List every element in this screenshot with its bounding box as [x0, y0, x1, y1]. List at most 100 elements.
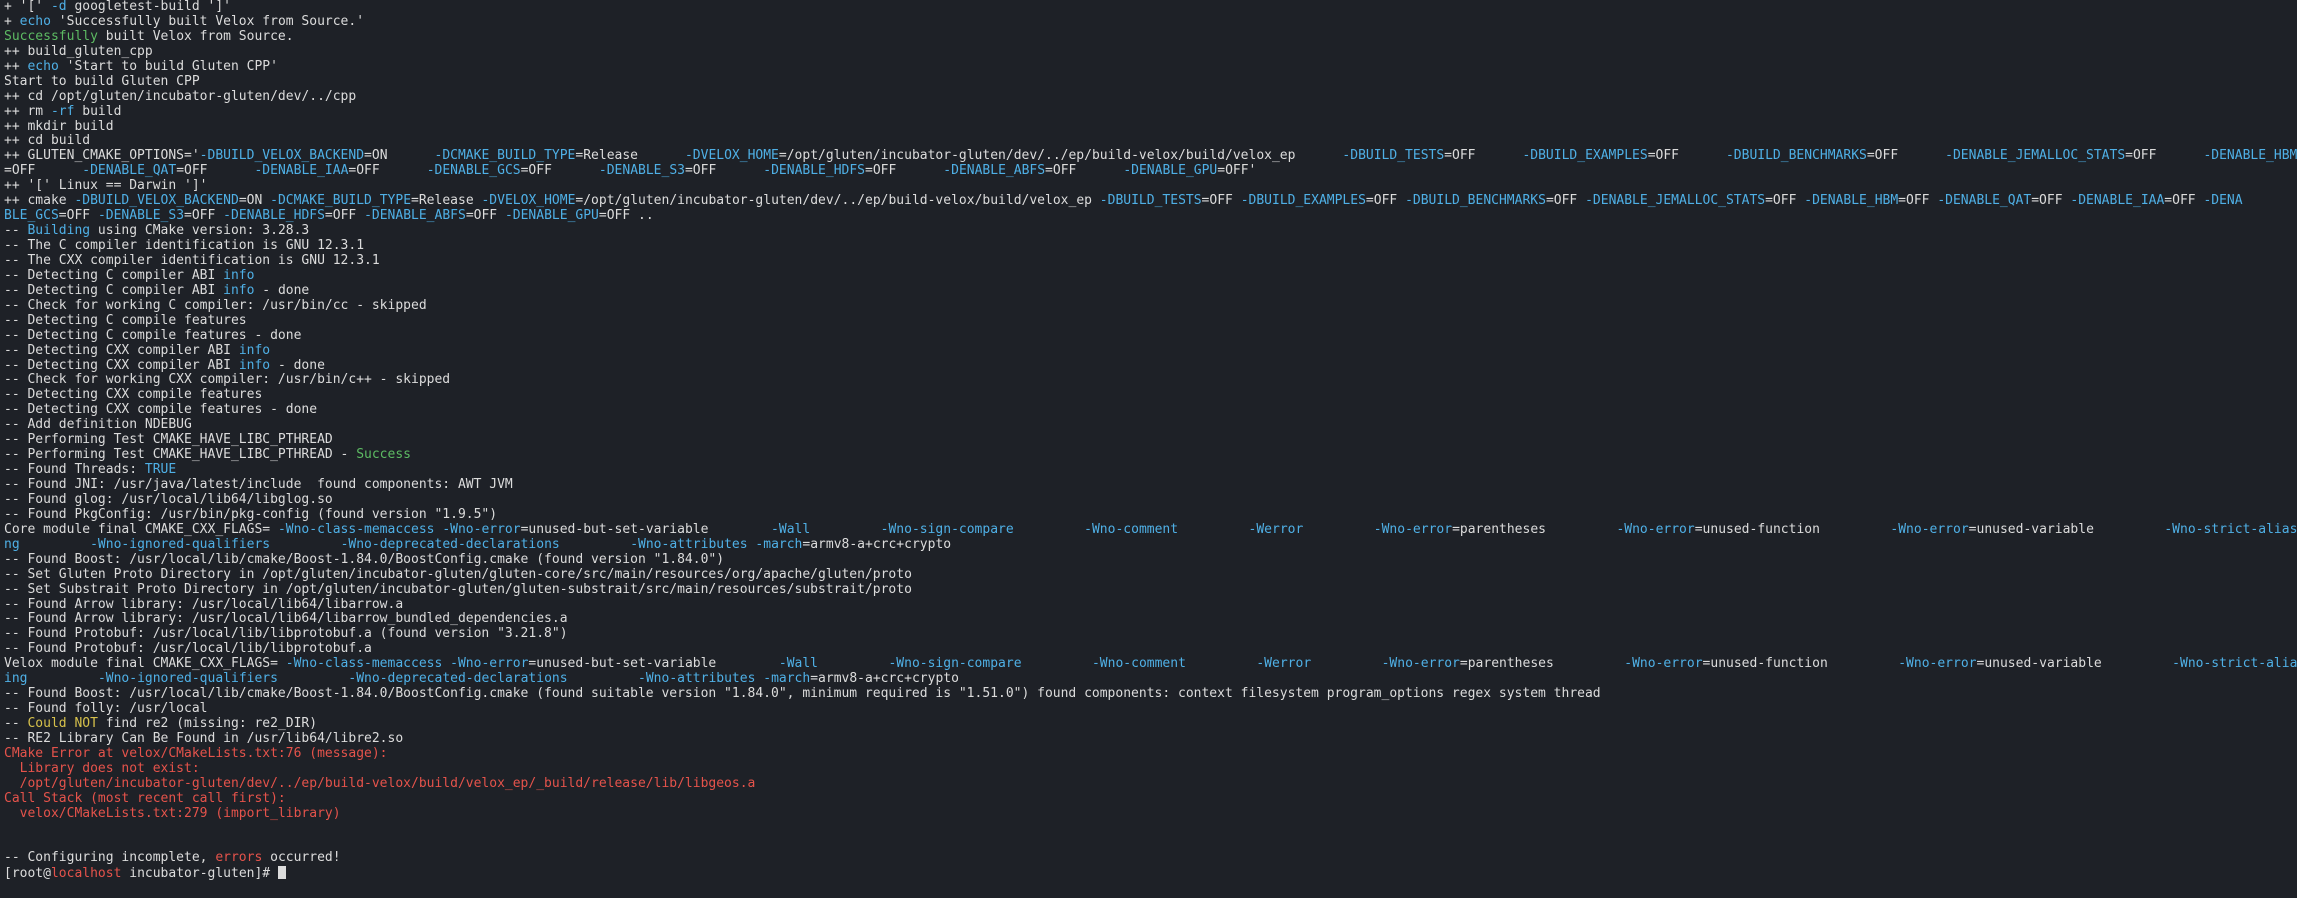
terminal-text-segment: -Wno-deprecated-declarations	[348, 672, 568, 687]
terminal-line: -- Performing Test CMAKE_HAVE_LIBC_PTHRE…	[4, 448, 2297, 463]
terminal-text-segment: =OFF	[4, 164, 83, 179]
terminal-line: -- Detecting C compiler ABI info - done	[4, 284, 2297, 299]
terminal-line: ++ cmake -DBUILD_VELOX_BACKEND=ON -DCMAK…	[4, 194, 2297, 209]
terminal-text-segment: -DCMAKE_BUILD_TYPE	[434, 149, 576, 164]
terminal-text-segment: Could NOT	[27, 717, 98, 731]
terminal-text-segment: =OFF'	[1217, 164, 1257, 179]
terminal-text-segment: -- Found Threads:	[4, 463, 145, 478]
terminal-text-segment: using CMake version: 3.28.3	[90, 224, 310, 239]
terminal-text-segment: =unused-function	[1694, 522, 1891, 537]
terminal-text-segment: -- RE2 Library Can Be Found in /usr/lib6…	[4, 731, 404, 746]
terminal-line: -- Found Boost: /usr/local/lib/cmake/Boo…	[4, 687, 2297, 702]
terminal-text-segment: -- Detecting C compiler ABI	[4, 283, 224, 298]
terminal-text-segment: -Wno-attributes	[630, 537, 748, 552]
terminal-line: -- Detecting C compiler ABI info	[4, 269, 2297, 284]
terminal-text-segment: - done	[270, 358, 325, 373]
prompt-host: localhost	[50, 866, 122, 882]
terminal-text-segment: -DBUILD_VELOX_BACKEND	[74, 194, 239, 209]
terminal-text-segment: -- Found JNI: /usr/java/latest/include f…	[4, 478, 513, 492]
terminal-line: ++ '[' Linux == Darwin ']'	[4, 179, 2297, 194]
terminal-line: Library does not exist:	[4, 762, 2297, 777]
terminal-window[interactable]: + '[' -d googletest-build ']' + echo 'Suc…	[0, 0, 2297, 898]
terminal-line: velox/CMakeLists.txt:279 (import_library…	[4, 807, 2297, 822]
terminal-text-segment: ing	[4, 672, 28, 687]
terminal-text-segment: =/opt/gluten/incubator-gluten/dev/../ep/…	[778, 149, 1343, 164]
terminal-text-segment: Call Stack (most recent call first):	[4, 791, 286, 806]
terminal-text-segment: =armv8-a+crc+crypto	[802, 537, 952, 552]
terminal-text-segment: +	[4, 14, 20, 29]
terminal-text-segment: build	[74, 104, 122, 119]
terminal-text-segment: Successfully	[4, 29, 98, 44]
terminal-text-segment: -march	[755, 537, 803, 552]
terminal-text-segment: find re2 (missing: re2_DIR)	[97, 717, 318, 731]
terminal-text-segment: ++ rm	[4, 104, 51, 119]
terminal-text-segment: velox/CMakeLists.txt:279 (import_library…	[4, 806, 341, 821]
terminal-text-segment: - done	[254, 283, 310, 298]
terminal-text-segment: -- Detecting C compile features - done	[4, 328, 302, 343]
terminal-text-segment: =OFF	[1365, 194, 1406, 209]
terminal-text-segment: =unused-variable	[1968, 522, 2165, 537]
terminal-text-segment: -DENABLE_IAA	[254, 164, 349, 179]
terminal-text-segment: -Wno-ignored-qualifiers	[90, 537, 271, 552]
terminal-line: -- RE2 Library Can Be Found in /usr/lib6…	[4, 732, 2297, 747]
terminal-text-segment: info	[223, 283, 255, 298]
terminal-output: + '[' -d googletest-build ']' + echo 'Suc…	[4, 0, 2297, 866]
terminal-text-segment: -DENABLE_S3	[598, 164, 685, 179]
terminal-text-segment: -Wno-attributes	[638, 672, 756, 687]
terminal-text-segment: -DENABLE_JEMALLOC_STATS	[1945, 149, 2126, 164]
terminal-text-segment: -DENABLE_QAT	[82, 164, 177, 179]
terminal-line: + echo 'Successfully built Velox from So…	[4, 15, 2297, 30]
terminal-line: -- Found glog: /usr/local/lib64/libglog.…	[4, 493, 2297, 508]
terminal-line: -- Check for working C compiler: /usr/bi…	[4, 299, 2297, 314]
terminal-text-segment: -Wall	[778, 657, 819, 672]
terminal-text-segment: -Wno-error	[450, 657, 529, 672]
terminal-text-segment: Library does not exist:	[4, 761, 200, 776]
terminal-text-segment: info	[223, 268, 255, 283]
terminal-line: ++ build_gluten_cpp	[4, 45, 2297, 60]
terminal-text-segment: -- The CXX compiler identification is GN…	[4, 253, 380, 268]
terminal-text-segment: -- The C compiler identification is GNU …	[4, 239, 365, 253]
terminal-text-segment: -Wno-error	[1898, 657, 1977, 672]
terminal-text-segment: =OFF	[2125, 149, 2204, 164]
terminal-text-segment: -DENA	[2203, 194, 2243, 209]
terminal-text-segment: -- Found Boost: /usr/local/lib/cmake/Boo…	[4, 552, 725, 567]
terminal-text-segment: -Werror	[1256, 657, 1312, 672]
terminal-text-segment: -DENABLE_HBM	[2203, 149, 2297, 164]
terminal-text-segment: =parentheses	[1459, 657, 1625, 672]
terminal-text-segment: -- Found Protobuf: /usr/local/lib/libpro…	[4, 642, 372, 657]
terminal-line: -- Detecting CXX compiler ABI info	[4, 344, 2297, 359]
terminal-text-segment: -Wno-comment	[1091, 657, 1186, 672]
terminal-text-segment: =Release	[411, 194, 482, 209]
terminal-text-segment: --	[4, 224, 28, 239]
terminal-text-segment: -Wno-error	[1890, 522, 1969, 537]
terminal-text-segment: info	[238, 343, 271, 358]
terminal-text-segment: -Wno-class-memaccess	[285, 657, 443, 672]
terminal-text-segment: googletest-build ']'	[66, 0, 231, 14]
terminal-line: -- Configuring incomplete, errors occurr…	[4, 851, 2297, 866]
terminal-text-segment: =OFF	[1201, 194, 1241, 209]
terminal-line: ++ mkdir build	[4, 120, 2297, 135]
terminal-text-segment: =OFF	[176, 164, 255, 179]
terminal-text-segment: =OFF	[2031, 194, 2071, 209]
terminal-text-segment: =ON	[364, 149, 435, 164]
terminal-text-segment: -DBUILD_TESTS	[1099, 194, 1202, 209]
terminal-text-segment: -- Found folly: /usr/local	[4, 702, 208, 717]
prompt-user: [root@	[4, 866, 51, 882]
terminal-text-segment: =Release	[575, 149, 685, 164]
terminal-text-segment: =OFF	[1444, 149, 1523, 164]
terminal-line: -- Detecting C compile features - done	[4, 329, 2297, 344]
terminal-text-segment: -- Found Arrow library: /usr/local/lib64…	[4, 612, 568, 627]
terminal-text-segment: -Wall	[771, 522, 811, 537]
terminal-text-segment: --	[4, 717, 28, 731]
terminal-line: -- Found folly: /usr/local	[4, 702, 2297, 717]
terminal-line: Successfully built Velox from Source.	[4, 30, 2297, 45]
terminal-text-segment: -DENABLE_ABFS	[364, 209, 466, 224]
terminal-text-segment: occurred!	[262, 851, 341, 866]
terminal-text-segment: -- Check for working CXX compiler: /usr/…	[4, 373, 451, 388]
terminal-text-segment: -DCMAKE_BUILD_TYPE	[270, 194, 412, 209]
shell-prompt[interactable]: [root@localhost incubator-gluten]#	[4, 866, 2297, 881]
